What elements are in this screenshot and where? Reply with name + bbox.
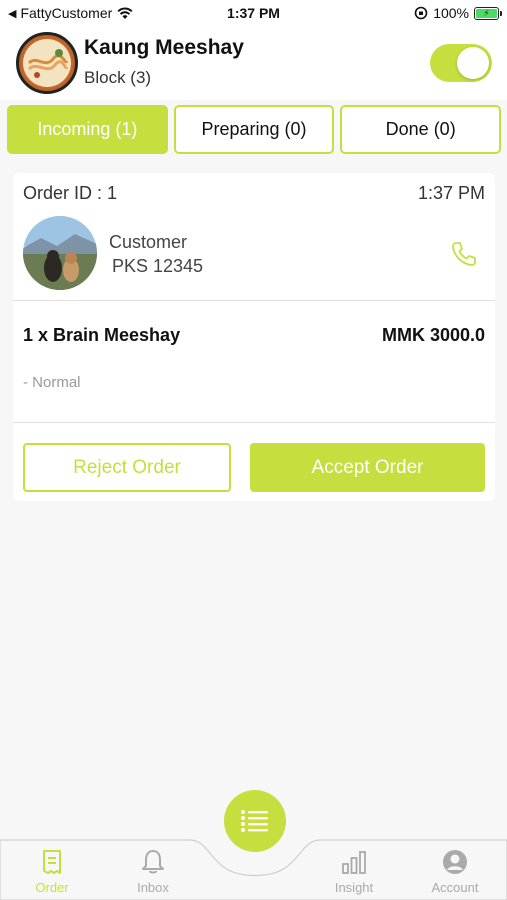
order-card: Order ID : 1 1:37 PM Customer PKS 12345 … (13, 173, 495, 501)
shop-name: Kaung Meeshay (84, 36, 244, 59)
toggle-knob (457, 47, 489, 79)
tab-done[interactable]: Done (0) (340, 105, 502, 154)
online-toggle[interactable] (430, 44, 492, 82)
tab-incoming[interactable]: Incoming (1) (7, 105, 168, 154)
item-note: - Normal (23, 374, 81, 391)
reject-order-button[interactable]: Reject Order (23, 443, 231, 492)
list-icon (241, 810, 268, 832)
status-bar: ◀ FattyCustomer 1:37 PM 100% ⚡ (0, 0, 507, 28)
nav-inbox[interactable]: Inbox (113, 848, 193, 895)
shop-block: Block (3) (84, 68, 152, 87)
divider (13, 422, 495, 423)
nav-inbox-label: Inbox (137, 880, 169, 895)
nav-account[interactable]: Account (415, 848, 495, 895)
nav-order-label: Order (35, 880, 69, 895)
center-menu-button[interactable] (224, 790, 286, 852)
receipt-icon (43, 850, 61, 874)
phone-icon[interactable] (449, 239, 479, 269)
shop-avatar (16, 32, 78, 94)
customer-code: PKS 12345 (112, 256, 204, 276)
nav-insight-label: Insight (334, 880, 374, 895)
nav-insight[interactable]: Insight (314, 848, 394, 895)
account-icon (443, 850, 467, 874)
divider (13, 300, 495, 301)
nav-order[interactable]: Order (12, 848, 92, 895)
order-id: Order ID : 1 (23, 183, 118, 203)
customer-avatar (23, 216, 97, 290)
item-price: MMK 3000.0 (381, 325, 485, 345)
order-time: 1:37 PM (417, 183, 485, 203)
shop-header: Kaung Meeshay Block (3) (0, 28, 507, 100)
orientation-lock-icon (414, 6, 428, 20)
battery-percent: 100% (433, 5, 469, 21)
accept-order-button[interactable]: Accept Order (250, 443, 485, 492)
nav-account-label: Account (431, 880, 479, 895)
tab-preparing[interactable]: Preparing (0) (173, 105, 335, 154)
bar-chart-icon (342, 851, 366, 874)
order-tabs: Incoming (1) Preparing (0) Done (0) (7, 105, 502, 154)
bell-icon (142, 850, 164, 874)
status-right: 100% ⚡ (414, 5, 502, 21)
item-name: 1 x Brain Meeshay (23, 325, 181, 345)
customer-label: Customer (109, 232, 188, 252)
battery-icon: ⚡ (474, 6, 502, 20)
bottom-nav: Order Inbox Insight Account (0, 790, 507, 900)
